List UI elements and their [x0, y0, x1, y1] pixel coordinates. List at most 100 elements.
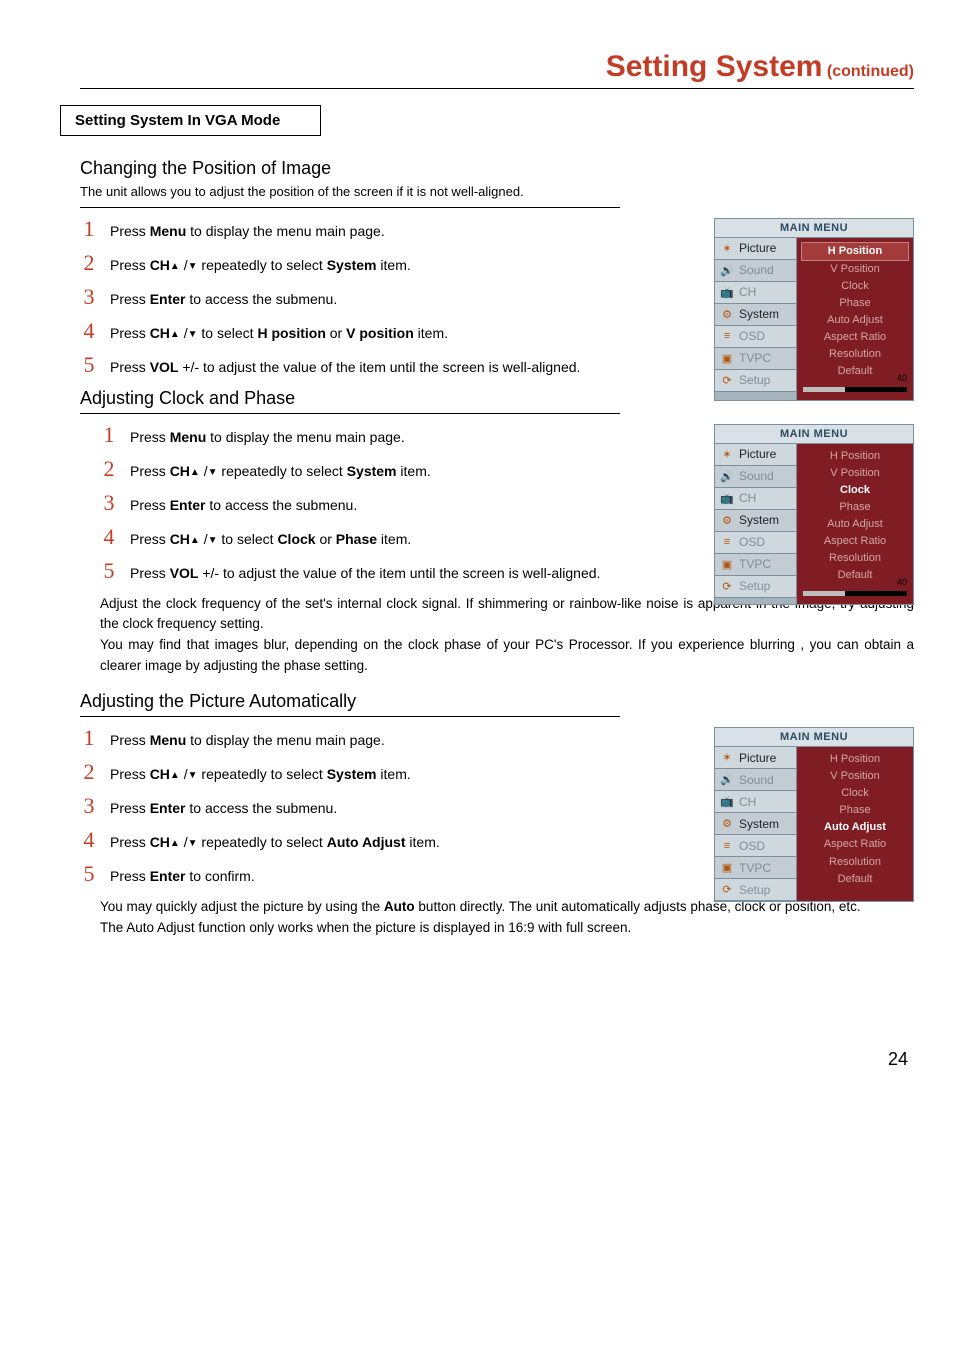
osd-right-item: Phase	[797, 295, 913, 312]
chevron-up-icon: ▲	[190, 465, 200, 480]
osd-left-item: 🔊Sound	[715, 466, 796, 488]
osd-left-label: Setup	[739, 883, 770, 897]
osd-left-label: CH	[739, 795, 756, 809]
osd-right-item: H Position	[797, 751, 913, 768]
chevron-up-icon: ▲	[170, 836, 180, 851]
osd-right-item: Phase	[797, 499, 913, 516]
page-number: 24	[80, 1049, 914, 1070]
osd-right-item: Auto Adjust	[797, 819, 913, 836]
osd-left-label: Setup	[739, 373, 770, 387]
menu-icon: ≡	[719, 839, 735, 853]
title-sub: (continued)	[827, 63, 914, 80]
menu-icon: ✶	[719, 751, 735, 765]
menu-icon: ⚙	[719, 513, 735, 527]
osd-right-item: V Position	[797, 768, 913, 785]
osd-left-label: Picture	[739, 751, 776, 765]
osd-left-label: TVPC	[739, 861, 771, 875]
osd-slider: 40	[803, 588, 907, 598]
menu-icon: 📺	[719, 795, 735, 809]
section1-heading: Changing the Position of Image	[80, 158, 914, 179]
osd-right-item: H Position	[801, 242, 909, 261]
osd-left-item: ✶ Picture	[715, 238, 796, 260]
osd-right-item: V Position	[797, 261, 913, 278]
menu-icon: ≡	[719, 535, 735, 549]
osd-left-label: CH	[739, 491, 756, 505]
osd-right-item: Phase	[797, 802, 913, 819]
osd-left-label: Sound	[739, 773, 774, 787]
osd-right-item: Aspect Ratio	[797, 533, 913, 550]
osd-right-item: Resolution	[797, 550, 913, 567]
page-title: Setting System (continued)	[80, 50, 914, 89]
osd-left-label: OSD	[739, 535, 765, 549]
osd-figure-1: MAIN MENU✶Picture🔊Sound📺CH⚙System≡OSD▣TV…	[714, 218, 914, 401]
osd-figure-3: MAIN MENU ✶ Picture 🔊 Sound 📺 CH ⚙ System ≡ OSD ▣ TV…	[714, 727, 914, 902]
osd-left-item: ≡ OSD	[715, 532, 796, 554]
osd-right-item: Default	[797, 871, 913, 888]
osd-header: MAIN MENU	[715, 728, 913, 747]
menu-icon: ✶	[719, 241, 735, 255]
osd-left-item: ≡ OSD	[715, 326, 796, 348]
osd-left-item: ✶ Picture	[715, 747, 796, 769]
osd-right-item: Auto Adjust	[797, 312, 913, 329]
menu-icon: ▣	[719, 557, 735, 571]
osd-header: MAIN MENU	[715, 219, 913, 238]
title-main: Setting System	[606, 50, 823, 83]
osd-left-item: ⟳ Setup	[715, 879, 796, 901]
osd-right-item: Clock	[797, 785, 913, 802]
osd-right-item: Default	[797, 363, 913, 380]
chevron-up-icon: ▲	[170, 259, 180, 274]
osd-left-label: System	[739, 817, 779, 831]
osd-left-item: 📺CH	[715, 488, 796, 510]
osd-right-item: Clock	[797, 278, 913, 295]
osd-left-item: ⚙ System	[715, 813, 796, 835]
osd-left-label: TVPC	[739, 351, 771, 365]
osd-left-label: System	[739, 513, 779, 527]
divider	[80, 207, 620, 208]
menu-icon: ≡	[719, 329, 735, 343]
section3-heading: Adjusting the Picture Automatically	[80, 691, 914, 712]
osd-right-item: Clock	[797, 482, 913, 499]
menu-icon: ⟳	[719, 883, 735, 897]
osd-left-item: 🔊 Sound	[715, 260, 796, 282]
osd-left-label: Sound	[739, 263, 774, 277]
chevron-up-icon: ▲	[170, 768, 180, 783]
chevron-up-icon: ▲	[170, 327, 180, 342]
section2-heading: Adjusting Clock and Phase	[80, 388, 914, 409]
chevron-down-icon: ▼	[208, 465, 218, 480]
osd-slider-value: 40	[897, 373, 907, 383]
menu-icon: ✶	[719, 447, 735, 461]
osd-left-item: ≡ OSD	[715, 835, 796, 857]
osd-left-item: ▣ TVPC	[715, 348, 796, 370]
menu-icon: 🔊	[719, 773, 735, 787]
osd-left-label: OSD	[739, 329, 765, 343]
chevron-down-icon: ▼	[188, 327, 198, 342]
osd-left-label: Picture	[739, 241, 776, 255]
chevron-down-icon: ▼	[188, 768, 198, 783]
osd-right-item: H Position	[797, 448, 913, 465]
menu-icon: 📺	[719, 285, 735, 299]
osd-right-item: Resolution	[797, 854, 913, 871]
osd-left-item: 📺 CH	[715, 282, 796, 304]
osd-left-label: OSD	[739, 839, 765, 853]
chevron-down-icon: ▼	[188, 836, 198, 851]
menu-icon: 🔊	[719, 263, 735, 277]
menu-icon: ⚙	[719, 817, 735, 831]
osd-right-item: Aspect Ratio	[797, 836, 913, 853]
box-heading: Setting System In VGA Mode	[60, 105, 321, 136]
section3-note: You may quickly adjust the picture by us…	[100, 897, 914, 939]
osd-left-label: Setup	[739, 579, 770, 593]
chevron-down-icon: ▼	[188, 259, 198, 274]
osd-left-item: ▣ TVPC	[715, 857, 796, 879]
menu-icon: ▣	[719, 861, 735, 875]
menu-icon: ⟳	[719, 373, 735, 387]
osd-right-item: Default	[797, 567, 913, 584]
osd-left-label: System	[739, 307, 779, 321]
osd-right-item: Auto Adjust	[797, 516, 913, 533]
osd-header: MAIN MENU	[715, 425, 913, 444]
menu-icon: ▣	[719, 351, 735, 365]
osd-left-item: 📺 CH	[715, 791, 796, 813]
menu-icon: ⟳	[719, 579, 735, 593]
osd-left-label: CH	[739, 285, 756, 299]
divider	[80, 413, 620, 414]
osd-left-item: ✶Picture	[715, 444, 796, 466]
